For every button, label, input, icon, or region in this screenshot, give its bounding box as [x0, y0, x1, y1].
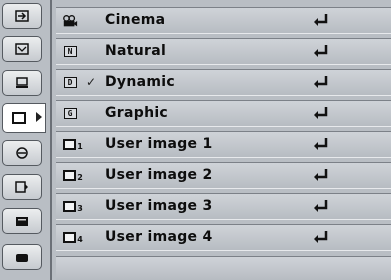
image-adjust-icon: [15, 147, 29, 159]
tab-more[interactable]: [2, 244, 42, 270]
user-image-icon: 1: [62, 138, 84, 151]
menu-item-label: Graphic: [105, 105, 169, 121]
tab-setting[interactable]: [2, 174, 42, 200]
menu-item-cinema[interactable]: Cinema: [56, 7, 391, 34]
menu-item-label: User image 4: [105, 229, 213, 245]
film-camera-icon: [62, 14, 78, 27]
setting-icon: [15, 181, 29, 193]
tab-screen[interactable]: [2, 70, 42, 96]
enter-arrow-icon: [312, 12, 330, 28]
tab-pc-adjust[interactable]: [2, 36, 42, 62]
enter-arrow-icon: [312, 74, 330, 90]
input-icon: [15, 10, 29, 22]
network-icon: [15, 251, 29, 263]
G-mode-icon: G: [62, 107, 78, 120]
tab-information[interactable]: [2, 208, 42, 234]
menu-item-user-image-2[interactable]: 2 User image 2: [56, 162, 391, 189]
user-image-icon: 2: [62, 169, 84, 182]
menu-item-label: Cinema: [105, 12, 166, 28]
tab-image-select[interactable]: [2, 103, 46, 133]
check-icon: ✓: [86, 75, 97, 89]
N-mode-icon: N: [62, 45, 78, 58]
sidebar: [0, 0, 50, 280]
image-select-icon: [12, 112, 26, 124]
enter-arrow-icon: [312, 198, 330, 214]
enter-arrow-icon: [312, 43, 330, 59]
menu-item-label: User image 3: [105, 198, 213, 214]
menu-item-dynamic[interactable]: D ✓ Dynamic: [56, 69, 391, 96]
active-tab-arrow-icon: [36, 112, 42, 122]
pc-adjust-icon: [15, 43, 29, 55]
screen-icon: [15, 77, 29, 89]
tab-image-adjust[interactable]: [2, 140, 42, 166]
menu-item-label: User image 2: [105, 167, 213, 183]
enter-arrow-icon: [312, 105, 330, 121]
menu-item-user-image-1[interactable]: 1 User image 1: [56, 131, 391, 158]
menu-item-user-image-4[interactable]: 4 User image 4: [56, 224, 391, 251]
user-image-icon: 3: [62, 200, 84, 213]
menu-item-label: Natural: [105, 43, 167, 59]
tab-input[interactable]: [2, 3, 42, 29]
divider: [50, 0, 52, 280]
D-mode-icon: D: [62, 76, 78, 89]
information-icon: [15, 215, 29, 227]
menu-item-label: Dynamic: [105, 74, 175, 90]
enter-arrow-icon: [312, 167, 330, 183]
enter-arrow-icon: [312, 229, 330, 245]
enter-arrow-icon: [312, 136, 330, 152]
menu-item-natural[interactable]: N Natural: [56, 38, 391, 65]
user-image-icon: 4: [62, 231, 84, 244]
menu-item-label: User image 1: [105, 136, 213, 152]
menu-item-graphic[interactable]: G Graphic: [56, 100, 391, 127]
menu-empty-row: [56, 256, 391, 280]
menu-item-user-image-3[interactable]: 3 User image 3: [56, 193, 391, 220]
